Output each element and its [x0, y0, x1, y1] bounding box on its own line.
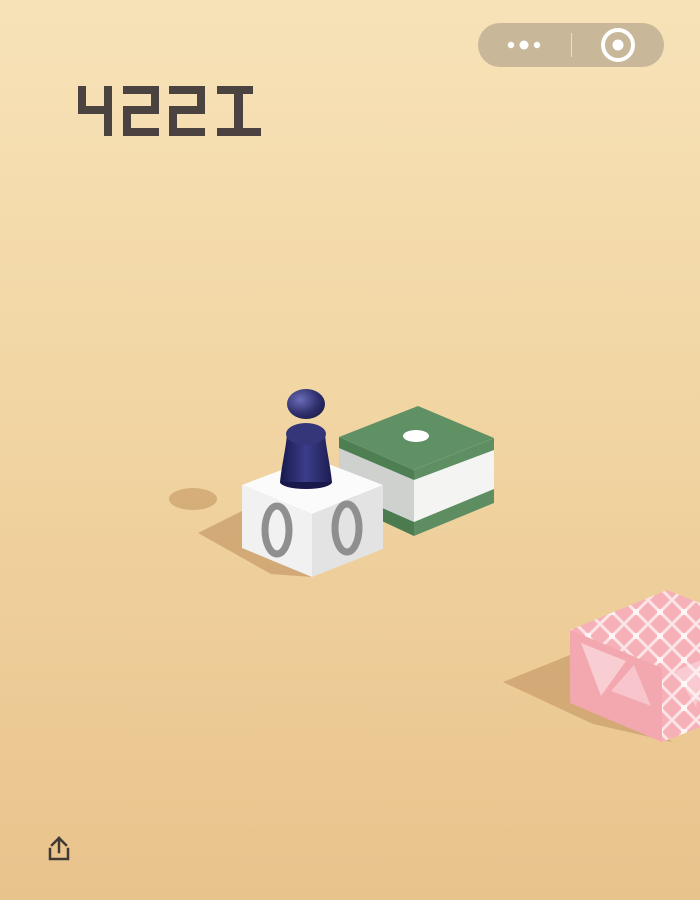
player-head [287, 389, 325, 419]
player-shadow [169, 488, 217, 510]
more-menu-button[interactable] [478, 23, 571, 67]
score-display: 4221 [78, 86, 278, 146]
target-icon [601, 28, 635, 62]
player-piece [280, 389, 332, 489]
share-upload-icon [48, 836, 70, 861]
share-button[interactable] [44, 834, 74, 864]
close-mini-program-button[interactable] [571, 23, 664, 67]
more-dots-icon [507, 40, 541, 50]
mini-program-capsule [478, 23, 664, 67]
score-digits [78, 86, 261, 136]
green-block-center-dot [403, 430, 429, 442]
